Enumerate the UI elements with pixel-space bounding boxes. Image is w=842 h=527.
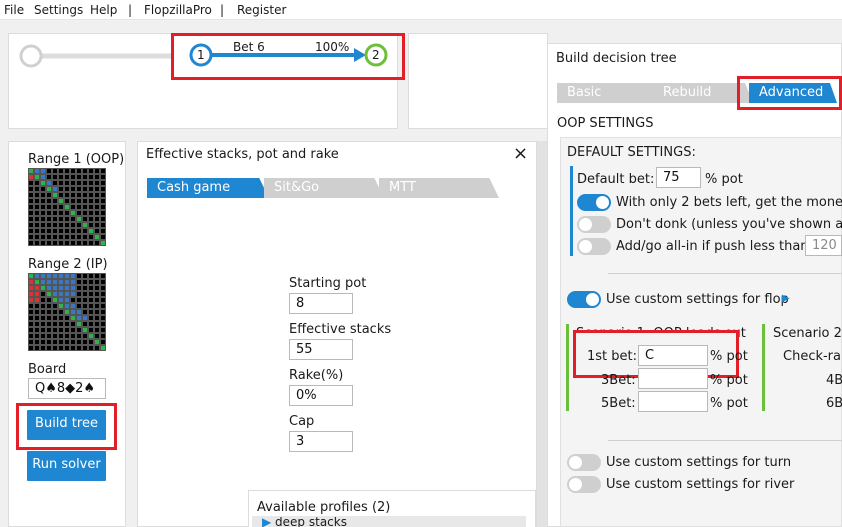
decision-tree-title: Build decision tree [556, 51, 677, 66]
scenario1-bar [566, 324, 569, 411]
five-bet-label: 5Bet: [601, 396, 636, 411]
scrollbar[interactable] [537, 141, 547, 527]
profiles-title: Available profiles (2) [257, 500, 391, 515]
two-bets-left-label: With only 2 bets left, get the money [616, 195, 842, 210]
five-bet-input[interactable] [638, 391, 708, 412]
range-oop-label: Range 1 (OOP) [28, 152, 125, 167]
toggle-custom-flop[interactable] [567, 291, 601, 308]
effective-stacks-input[interactable]: 55 [289, 339, 353, 360]
range-cell[interactable] [100, 345, 106, 351]
close-icon[interactable]: × [513, 143, 528, 164]
default-bet-input[interactable]: 75 [656, 167, 701, 188]
custom-river-label: Use custom settings for river [606, 477, 795, 492]
range-ip-matrix[interactable] [28, 273, 106, 351]
highlight-advanced-tab [737, 76, 842, 110]
default-bet-label: Default bet: [577, 172, 655, 187]
tree-root-node [19, 44, 43, 68]
toggle-knob [569, 456, 582, 469]
custom-turn-label: Use custom settings for turn [606, 455, 792, 470]
toggle-knob [579, 218, 592, 231]
toggle-knob [579, 240, 592, 253]
three-bet-unit: % pot [710, 373, 748, 388]
board-label: Board [28, 362, 67, 377]
default-bet-unit: % pot [705, 172, 743, 187]
tree-edge-graphic [189, 43, 388, 67]
expand-arrow-icon[interactable]: ▶ [782, 293, 790, 304]
menu-register[interactable]: Register [237, 3, 286, 17]
tab-sit-and-go[interactable]: Sit&Go [264, 178, 384, 198]
default-settings-heading: DEFAULT SETTINGS: [567, 145, 696, 160]
stacks-panel-title: Effective stacks, pot and rake [146, 147, 339, 162]
first-bet-label: 1st bet: [587, 349, 638, 364]
divider [608, 273, 842, 274]
three-bet-label: 3Bet: [601, 373, 636, 388]
tree-edge-label: Bet 6 [233, 40, 265, 54]
all-in-threshold-input[interactable]: 120 [805, 235, 842, 256]
dont-donk-label: Don't donk (unless you've shown agg [616, 217, 842, 232]
tab-cash-game[interactable]: Cash game [147, 178, 269, 198]
top-right-panel [408, 33, 548, 129]
menu-bar: File Settings Help | FlopzillaPro | Regi… [0, 0, 842, 20]
three-bet-input[interactable] [638, 368, 708, 389]
toggle-two-bets-left[interactable] [577, 194, 611, 211]
effective-stacks-label: Effective stacks [289, 322, 392, 337]
divider [608, 440, 842, 441]
scenario2-4bet-label: 4B [826, 373, 842, 388]
first-bet-input[interactable]: C [638, 345, 708, 366]
chevron-right-icon: ▶ [262, 517, 276, 527]
profile-item-deep-stacks[interactable]: ▶ deep stacks [262, 517, 347, 527]
scenario2-6bet-label: 6B [826, 396, 842, 411]
tree-edge-percent: 100% [315, 40, 350, 54]
cap-label: Cap [289, 414, 315, 429]
menu-flopzillapro[interactable]: FlopzillaPro [144, 3, 212, 17]
tree-node-2-label[interactable]: 2 [372, 48, 380, 62]
profile-item-label: deep stacks [275, 517, 347, 527]
starting-pot-label: Starting pot [289, 276, 367, 291]
menu-settings[interactable]: Settings [34, 3, 83, 17]
menu-separator: | [220, 3, 225, 17]
toggle-dont-donk[interactable] [577, 216, 611, 233]
build-tree-button[interactable]: Build tree [27, 410, 106, 440]
scenario2-bar [762, 324, 765, 411]
arrow-right-icon [354, 48, 366, 62]
check-raise-label: Check-rai [783, 349, 842, 364]
toggle-custom-turn[interactable] [567, 454, 601, 471]
toggle-knob [586, 293, 599, 306]
tab-basic[interactable]: Basic [557, 83, 667, 103]
starting-pot-input[interactable]: 8 [289, 293, 353, 314]
range-oop-matrix[interactable] [28, 168, 106, 246]
run-solver-button[interactable]: Run solver [27, 451, 106, 481]
first-bet-unit: % pot [710, 349, 748, 364]
add-all-in-label: Add/go all-in if push less than [616, 239, 809, 254]
rake-input[interactable]: 0% [289, 385, 353, 406]
rake-label: Rake(%) [289, 368, 344, 383]
tree-node-1-label[interactable]: 1 [197, 48, 205, 62]
toggle-custom-river[interactable] [567, 476, 601, 493]
toggle-add-all-in[interactable] [577, 238, 611, 255]
board-input[interactable]: Q♠8◆2♠ [28, 378, 106, 399]
cap-input[interactable]: 3 [289, 431, 353, 452]
tab-mtt[interactable]: MTT [379, 178, 499, 198]
menu-help[interactable]: Help [90, 3, 117, 17]
five-bet-unit: % pot [710, 396, 748, 411]
toggle-knob [569, 478, 582, 491]
range-ip-label: Range 2 (IP) [28, 257, 108, 272]
oop-settings-heading: OOP SETTINGS [557, 116, 654, 131]
toggle-knob [596, 196, 609, 209]
board-value: Q♠8◆2♠ [35, 381, 96, 396]
range-cell[interactable] [100, 240, 106, 246]
menu-separator: | [128, 3, 133, 17]
scenario2-title: Scenario 2: [773, 326, 842, 341]
default-settings-bar [570, 166, 573, 256]
menu-file[interactable]: File [4, 3, 24, 17]
custom-flop-label: Use custom settings for flop [606, 292, 789, 307]
